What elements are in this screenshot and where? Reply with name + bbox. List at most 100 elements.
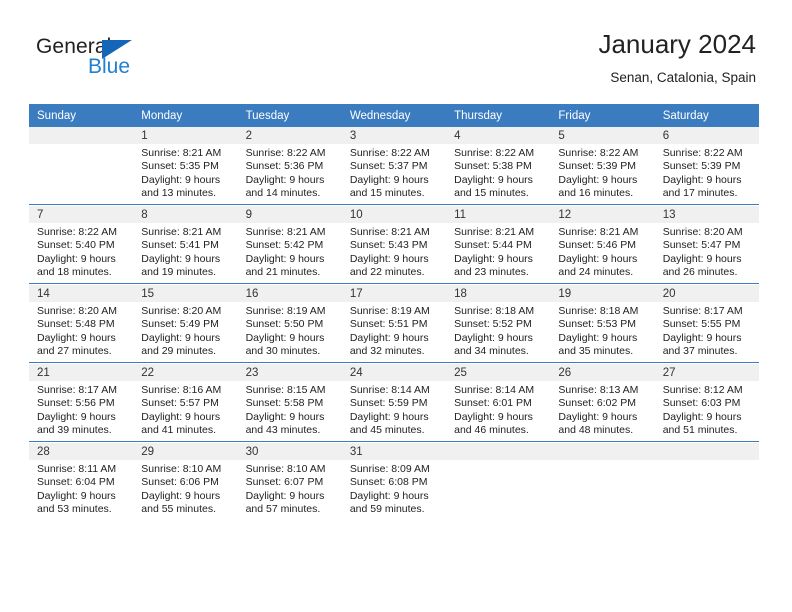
sunrise-text: Sunrise: 8:22 AM (37, 226, 117, 238)
sunset-text: Sunset: 5:42 PM (245, 239, 324, 252)
day-info: Sunrise: 8:14 AM Sunset: 6:01 PM Daylight:… (446, 381, 550, 438)
calendar-day-cell[interactable]: 19 Sunrise: 8:18 AM Sunset: 5:53 PM Dayligh… (550, 285, 655, 361)
daylight-text-line2: and 39 minutes. (37, 424, 112, 437)
calendar-day-cell[interactable]: 24 Sunrise: 8:14 AM Sunset: 5:59 PM Dayligh… (341, 364, 447, 440)
calendar-day-cell[interactable]: 28 Sunrise: 8:11 AM Sunset: 6:04 PM Dayligh… (29, 443, 134, 519)
daylight-text-line2: and 46 minutes. (454, 424, 529, 437)
daylight-text-line2: and 45 minutes. (349, 424, 425, 437)
sunrise-text: Sunrise: 8:20 AM (37, 305, 117, 317)
day-info: Sunrise: 8:18 AM Sunset: 5:53 PM Daylight:… (550, 302, 654, 359)
calendar-day-cell[interactable]: 11 Sunrise: 8:21 AM Sunset: 5:44 PM Dayligh… (446, 206, 551, 282)
calendar-day-cell[interactable]: 1 Sunrise: 8:21 AM Sunset: 5:35 PM Daylight… (133, 127, 238, 203)
daylight-text-line2: and 17 minutes. (662, 187, 738, 200)
title-block: January 2024 Senan, Catalonia, Spain (598, 28, 756, 88)
day-number: 17 (349, 288, 363, 300)
weekday-header-thursday: Thursday (446, 104, 551, 127)
sunset-text: Sunset: 5:39 PM (662, 160, 741, 173)
separator-line (29, 283, 759, 284)
weekday-header-saturday: Saturday (654, 104, 759, 127)
sunrise-text: Sunrise: 8:18 AM (558, 305, 639, 317)
day-info: Sunrise: 8:17 AM Sunset: 5:55 PM Daylight:… (655, 302, 759, 359)
calendar-day-cell[interactable]: 10 Sunrise: 8:21 AM Sunset: 5:43 PM Dayligh… (341, 206, 447, 282)
day-number-band: 6 (654, 127, 759, 144)
calendar-day-cell[interactable]: 14 Sunrise: 8:20 AM Sunset: 5:48 PM Dayligh… (29, 285, 134, 361)
daylight-text-line2: and 19 minutes. (141, 266, 216, 279)
daylight-text-line2: and 43 minutes. (245, 424, 321, 437)
calendar-day-cell[interactable]: 8 Sunrise: 8:21 AM Sunset: 5:41 PM Daylight… (133, 206, 238, 282)
weekday-header-friday: Friday (550, 104, 655, 127)
day-number-band: 12 (550, 206, 655, 223)
sunrise-text: Sunrise: 8:17 AM (662, 305, 743, 317)
calendar-day-cell[interactable]: 29 Sunrise: 8:10 AM Sunset: 6:06 PM Dayligh… (133, 443, 238, 519)
day-info: Sunrise: 8:18 AM Sunset: 5:52 PM Daylight:… (446, 302, 550, 359)
sunrise-text: Sunrise: 8:15 AM (245, 384, 326, 396)
calendar-day-cell[interactable]: 31 Sunrise: 8:09 AM Sunset: 6:08 PM Dayligh… (341, 443, 447, 519)
calendar-day-cell[interactable]: 22 Sunrise: 8:16 AM Sunset: 5:57 PM Dayligh… (133, 364, 238, 440)
calendar-day-cell[interactable]: 6 Sunrise: 8:22 AM Sunset: 5:39 PM Daylight… (654, 127, 759, 203)
day-number: 25 (454, 367, 467, 379)
calendar-day-cell[interactable]: 5 Sunrise: 8:22 AM Sunset: 5:39 PM Daylight… (550, 127, 655, 203)
day-info: Sunrise: 8:20 AM Sunset: 5:47 PM Daylight:… (655, 223, 759, 280)
sunset-text: Sunset: 6:02 PM (558, 397, 637, 410)
calendar-day-cell[interactable]: 16 Sunrise: 8:19 AM Sunset: 5:50 PM Dayligh… (237, 285, 342, 361)
day-info: Sunrise: 8:21 AM Sunset: 5:43 PM Daylight:… (342, 223, 446, 280)
day-number-band: 26 (550, 364, 655, 381)
calendar-day-cell[interactable]: 2 Sunrise: 8:22 AM Sunset: 5:36 PM Daylight… (237, 127, 342, 203)
calendar-day-cell[interactable]: 3 Sunrise: 8:22 AM Sunset: 5:37 PM Daylight… (341, 127, 447, 203)
day-number-band: 25 (446, 364, 551, 381)
sunset-text: Sunset: 5:39 PM (558, 160, 637, 173)
daylight-text-line1: Daylight: 9 hours (454, 252, 533, 265)
day-number-band: 27 (654, 364, 759, 381)
calendar-day-cell[interactable]: 15 Sunrise: 8:20 AM Sunset: 5:49 PM Dayligh… (133, 285, 238, 361)
day-number: 30 (245, 446, 259, 458)
daylight-text-line1: Daylight: 9 hours (141, 410, 221, 423)
daylight-text-line2: and 27 minutes. (37, 345, 112, 358)
sunrise-text: Sunrise: 8:22 AM (245, 147, 326, 159)
day-number: 29 (141, 446, 155, 458)
calendar-day-cell[interactable]: 23 Sunrise: 8:15 AM Sunset: 5:58 PM Dayligh… (237, 364, 342, 440)
day-number-band: 29 (133, 443, 238, 460)
sunset-text: Sunset: 5:55 PM (662, 318, 741, 331)
day-info (655, 460, 759, 463)
day-number: 15 (141, 288, 155, 300)
calendar-day-cell[interactable]: 18 Sunrise: 8:18 AM Sunset: 5:52 PM Dayligh… (446, 285, 551, 361)
daylight-text-line2: and 14 minutes. (245, 187, 321, 200)
calendar-day-cell[interactable]: 26 Sunrise: 8:13 AM Sunset: 6:02 PM Dayligh… (550, 364, 655, 440)
sunset-text: Sunset: 5:43 PM (349, 239, 428, 252)
day-info: Sunrise: 8:17 AM Sunset: 5:56 PM Daylight:… (29, 381, 133, 438)
sunrise-text: Sunrise: 8:22 AM (662, 147, 743, 159)
day-info: Sunrise: 8:21 AM Sunset: 5:46 PM Daylight:… (550, 223, 654, 280)
calendar-day-cell[interactable]: 4 Sunrise: 8:22 AM Sunset: 5:38 PM Daylight… (446, 127, 551, 203)
calendar-body: 1 Sunrise: 8:21 AM Sunset: 5:35 PM Daylight… (29, 127, 759, 519)
day-number-band: 1 (133, 127, 238, 144)
daylight-text-line1: Daylight: 9 hours (245, 331, 325, 344)
calendar-day-cell[interactable]: 7 Sunrise: 8:22 AM Sunset: 5:40 PM Daylight… (29, 206, 134, 282)
general-blue-logo[interactable]: General Blue (36, 36, 236, 84)
separator-line (29, 362, 759, 363)
sunrise-text: Sunrise: 8:10 AM (245, 463, 326, 475)
day-info: Sunrise: 8:11 AM Sunset: 6:04 PM Daylight:… (29, 460, 133, 517)
calendar-day-cell[interactable]: 21 Sunrise: 8:17 AM Sunset: 5:56 PM Dayligh… (29, 364, 134, 440)
day-number-band: 18 (446, 285, 551, 302)
day-number (655, 443, 759, 445)
sunset-text: Sunset: 5:41 PM (141, 239, 219, 252)
day-info: Sunrise: 8:22 AM Sunset: 5:39 PM Daylight:… (550, 144, 654, 201)
daylight-text-line2: and 48 minutes. (558, 424, 634, 437)
calendar-day-cell[interactable]: 20 Sunrise: 8:17 AM Sunset: 5:55 PM Dayligh… (654, 285, 759, 361)
calendar-day-cell[interactable]: 25 Sunrise: 8:14 AM Sunset: 6:01 PM Dayligh… (446, 364, 551, 440)
calendar-day-cell[interactable]: 17 Sunrise: 8:19 AM Sunset: 5:51 PM Dayligh… (341, 285, 447, 361)
day-number-band (446, 443, 551, 460)
day-info: Sunrise: 8:20 AM Sunset: 5:48 PM Daylight:… (29, 302, 133, 359)
calendar-day-cell[interactable]: 27 Sunrise: 8:12 AM Sunset: 6:03 PM Dayligh… (654, 364, 759, 440)
day-number: 20 (662, 288, 676, 300)
day-number: 31 (349, 446, 363, 458)
daylight-text-line2: and 29 minutes. (141, 345, 216, 358)
sunset-text: Sunset: 5:51 PM (349, 318, 428, 331)
calendar-day-cell[interactable]: 13 Sunrise: 8:20 AM Sunset: 5:47 PM Dayligh… (654, 206, 759, 282)
calendar-day-cell[interactable]: 9 Sunrise: 8:21 AM Sunset: 5:42 PM Daylight… (237, 206, 342, 282)
calendar-day-cell[interactable]: 30 Sunrise: 8:10 AM Sunset: 6:07 PM Dayligh… (237, 443, 342, 519)
daylight-text-line2: and 57 minutes. (245, 503, 321, 516)
day-number: 12 (558, 209, 572, 221)
sunset-text: Sunset: 5:47 PM (662, 239, 741, 252)
calendar-day-cell[interactable]: 12 Sunrise: 8:21 AM Sunset: 5:46 PM Dayligh… (550, 206, 655, 282)
